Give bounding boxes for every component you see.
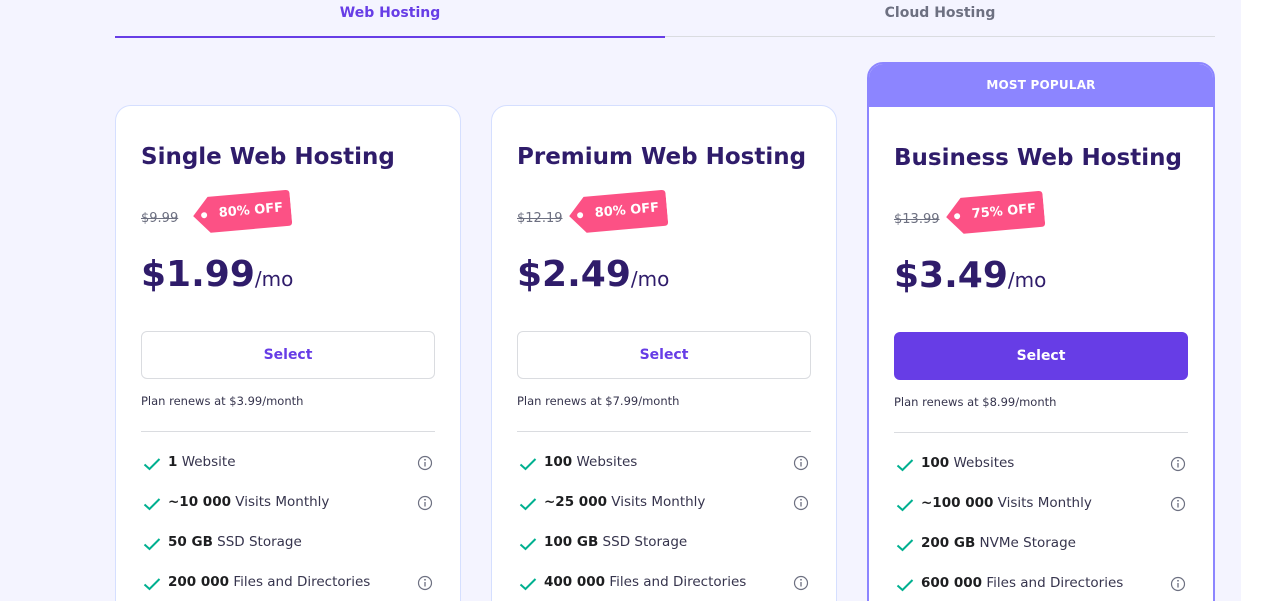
check-icon [143,538,161,551]
price-amount: $2.49 [517,254,631,295]
info-icon[interactable] [1170,456,1186,472]
tab-cloud-hosting[interactable]: Cloud Hosting [665,0,1215,37]
divider [141,431,435,432]
feature-item: 200 GB NVMe Storage [894,529,1188,569]
feature-item: ~25 000 Visits Monthly [517,488,811,528]
feature-text: 100 GB SSD Storage [544,534,688,550]
feature-text: 200 000 Files and Directories [168,574,371,590]
feature-item: 1 Website [141,448,435,488]
most-popular-badge: MOST POPULAR [869,64,1213,107]
feature-text: 100 Websites [921,455,1015,471]
info-icon[interactable] [417,575,433,591]
check-icon [896,579,914,592]
feature-item: 100 Websites [517,448,811,488]
info-icon[interactable] [417,455,433,471]
feature-item: ~10 000 Visits Monthly [141,488,435,528]
old-price: $13.99 [894,212,940,227]
check-icon [519,538,537,551]
check-icon [143,498,161,511]
select-button[interactable]: Select [894,332,1188,380]
price-period: /mo [630,267,670,291]
discount-label: 75% OFF [971,201,1037,222]
feature-text: 400 000 Files and Directories [544,574,747,590]
info-icon[interactable] [1170,576,1186,592]
plan-title: Business Web Hosting [894,145,1182,171]
old-price: $9.99 [141,211,179,226]
info-icon[interactable] [793,575,809,591]
feature-item: 600 000 Files and Directories [894,569,1188,601]
feature-text: ~100 000 Visits Monthly [921,495,1092,511]
divider [517,431,811,432]
price: $2.49/mo [517,254,669,295]
check-icon [519,458,537,471]
renew-note: Plan renews at $7.99/month [517,394,680,408]
discount-badge: 80% OFF [189,188,293,237]
plan-card-business: MOST POPULAR Business Web Hosting $13.99… [867,62,1215,601]
discount-label: 80% OFF [218,200,284,221]
check-icon [896,499,914,512]
feature-item: 100 Websites [894,449,1188,489]
select-button[interactable]: Select [141,331,435,379]
price-period: /mo [254,267,294,291]
check-icon [143,458,161,471]
feature-text: 100 Websites [544,454,638,470]
info-icon[interactable] [793,495,809,511]
check-icon [896,539,914,552]
renew-note: Plan renews at $3.99/month [141,394,304,408]
price-period: /mo [1007,268,1047,292]
feature-item: 100 GB SSD Storage [517,528,811,568]
feature-list: 100 Websites ~100 000 Visits Monthly 200… [894,449,1188,601]
feature-text: 1 Website [168,454,236,470]
price-amount: $3.49 [894,255,1008,296]
price-amount: $1.99 [141,254,255,295]
feature-list: 1 Website ~10 000 Visits Monthly 50 GB S… [141,448,435,601]
check-icon [143,578,161,591]
feature-text: 600 000 Files and Directories [921,575,1124,591]
tab-web-hosting[interactable]: Web Hosting [115,0,665,38]
page-edge [1241,0,1263,601]
discount-badge: 75% OFF [942,189,1046,238]
select-button[interactable]: Select [517,331,811,379]
plan-card-premium: Premium Web Hosting $12.19 80% OFF $2.49… [491,105,837,601]
old-price: $12.19 [517,211,563,226]
plan-title: Single Web Hosting [141,144,395,170]
price: $1.99/mo [141,254,293,295]
feature-item: 200 000 Files and Directories [141,568,435,601]
discount-badge: 80% OFF [565,188,669,237]
renew-note: Plan renews at $8.99/month [894,395,1057,409]
plan-title: Premium Web Hosting [517,144,807,170]
divider [894,432,1188,433]
price: $3.49/mo [894,255,1046,296]
info-icon[interactable] [417,495,433,511]
feature-text: ~10 000 Visits Monthly [168,494,330,510]
feature-text: 50 GB SSD Storage [168,534,302,550]
feature-list: 100 Websites ~25 000 Visits Monthly 100 … [517,448,811,601]
feature-item: 400 000 Files and Directories [517,568,811,601]
feature-text: 200 GB NVMe Storage [921,535,1076,551]
feature-item: ~100 000 Visits Monthly [894,489,1188,529]
discount-label: 80% OFF [594,200,660,221]
check-icon [519,578,537,591]
feature-text: ~25 000 Visits Monthly [544,494,706,510]
plan-card-single: Single Web Hosting $9.99 80% OFF $1.99/m… [115,105,461,601]
info-icon[interactable] [1170,496,1186,512]
info-icon[interactable] [793,455,809,471]
hosting-tabs: Web Hosting Cloud Hosting [115,0,1215,38]
feature-item: 50 GB SSD Storage [141,528,435,568]
check-icon [519,498,537,511]
check-icon [896,459,914,472]
